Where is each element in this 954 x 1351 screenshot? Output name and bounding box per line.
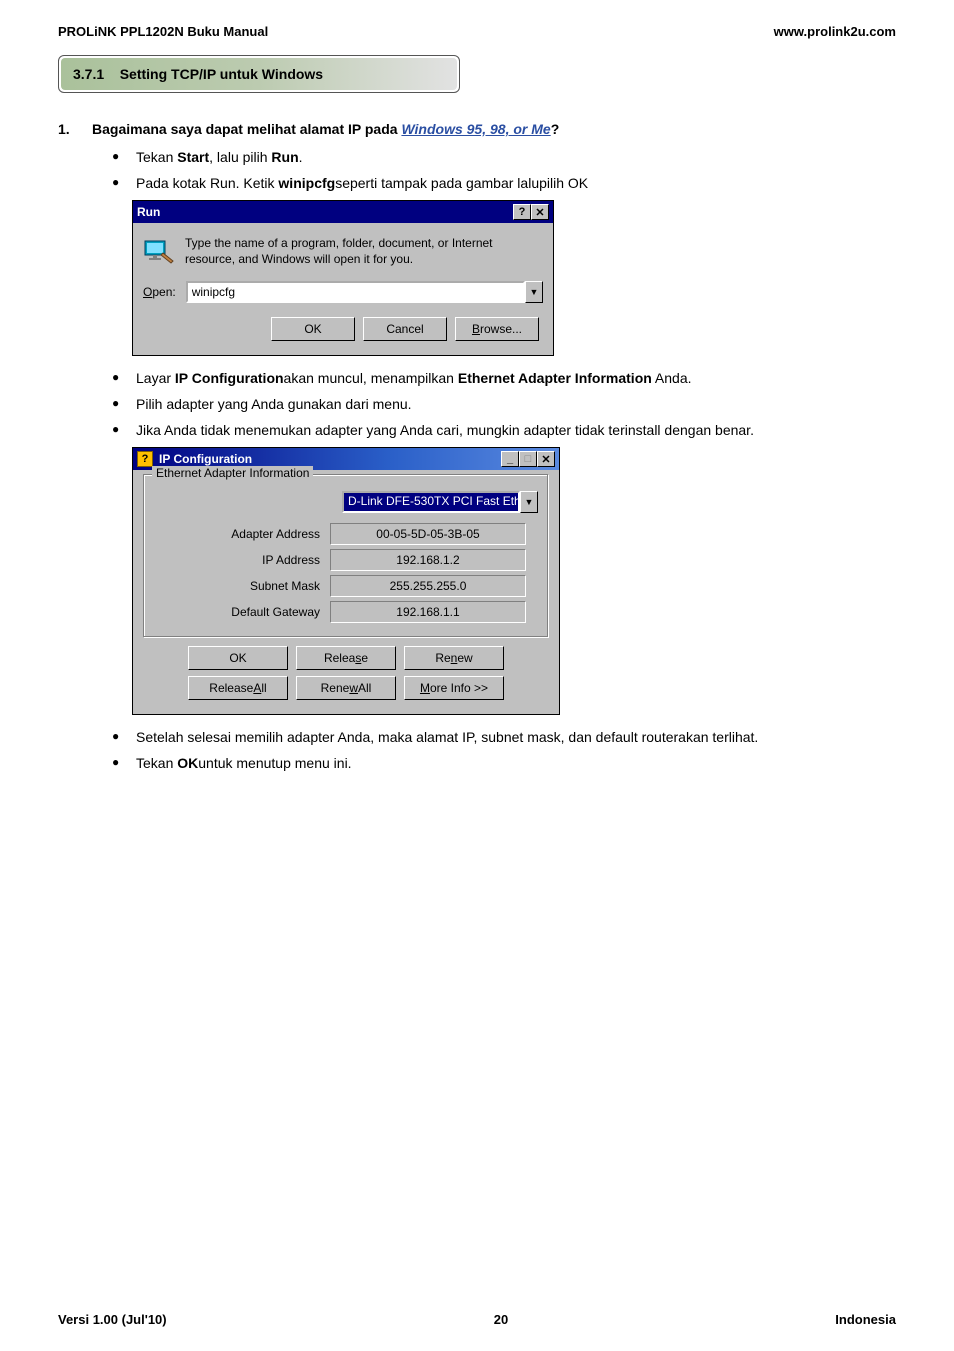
cancel-button[interactable]: Cancel [363,317,447,341]
ipconfig-title-text: IP Configuration [159,452,252,466]
info-row: IP Address 192.168.1.2 [154,549,538,571]
bullet-icon: ● [112,173,122,194]
doc-header: PROLiNK PPL1202N Buku Manual www.prolink… [58,24,896,39]
info-row: Default Gateway 192.168.1.1 [154,601,538,623]
section-title: Setting TCP/IP untuk Windows [120,66,323,82]
minimize-button[interactable]: _ [501,451,519,467]
adapter-address-value: 00-05-5D-05-3B-05 [330,523,526,545]
help-button[interactable]: ? [513,204,531,220]
group-label: Ethernet Adapter Information [152,466,313,480]
maximize-button[interactable]: □ [519,451,537,467]
footer-lang: Indonesia [835,1312,896,1327]
info-row: Subnet Mask 255.255.255.0 [154,575,538,597]
open-combobox[interactable]: ▼ [186,281,543,303]
subnet-mask-label: Subnet Mask [154,579,330,593]
bullet-icon: ● [112,368,122,389]
bullet-group-b: ● Layar IP Configurationakan muncul, men… [112,368,896,441]
section-number: 3.7.1 [73,66,104,82]
dropdown-button[interactable]: ▼ [525,281,543,303]
run-description: Type the name of a program, folder, docu… [185,235,543,267]
bullet-icon: ● [112,753,122,774]
doc-footer: Versi 1.00 (Jul'10) 20 Indonesia [58,1312,896,1327]
list-item: ● Tekan Start, lalu pilih Run. [112,147,896,168]
run-titlebar[interactable]: Run ? ✕ [133,201,553,223]
ipconfig-app-icon: ? [137,451,153,467]
bullet-icon: ● [112,147,122,168]
adapter-groupbox: Ethernet Adapter Information D-Link DFE-… [143,474,549,638]
adapter-select[interactable]: D-Link DFE-530TX PCI Fast Ethe ▼ [342,491,538,513]
default-gateway-value: 192.168.1.1 [330,601,526,623]
list-item: ● Layar IP Configurationakan muncul, men… [112,368,896,389]
adapter-value: D-Link DFE-530TX PCI Fast Ethe [342,491,520,513]
list-item: ● Jika Anda tidak menemukan adapter yang… [112,420,896,441]
release-all-button[interactable]: Release All [188,676,288,700]
run-dialog: Run ? ✕ Type the name of a program, fold… [132,200,554,356]
list-item: ● Pada kotak Run. Ketik winipcfgseperti … [112,173,896,194]
ipconfig-dialog: ? IP Configuration _ □ ✕ Ethernet Adapte… [132,447,560,715]
step-number: 1. [58,121,76,137]
run-title-text: Run [137,205,160,219]
step-text: Bagaimana saya dapat melihat alamat IP p… [92,121,559,137]
bullet-icon: ● [112,727,122,748]
close-button[interactable]: ✕ [531,204,549,220]
ok-button[interactable]: OK [271,317,355,341]
list-item: ● Tekan OKuntuk menutup menu ini. [112,753,896,774]
dropdown-button[interactable]: ▼ [520,491,538,513]
open-label: Open: [143,285,176,299]
renew-all-button[interactable]: Renew All [296,676,396,700]
browse-button[interactable]: Browse... [455,317,539,341]
renew-button[interactable]: Renew [404,646,504,670]
doc-title: PROLiNK PPL1202N Buku Manual [58,24,268,39]
footer-version: Versi 1.00 (Jul'10) [58,1312,167,1327]
bullet-icon: ● [112,420,122,441]
run-icon [143,235,175,267]
close-button[interactable]: ✕ [537,451,555,467]
ip-address-label: IP Address [154,553,330,567]
section-heading: 3.7.1 Setting TCP/IP untuk Windows [58,55,460,93]
open-input[interactable] [186,281,525,303]
bullet-icon: ● [112,394,122,415]
os-link[interactable]: Windows 95, 98, or Me [401,121,550,137]
more-info-button[interactable]: More Info >> [404,676,504,700]
release-button[interactable]: Release [296,646,396,670]
ip-address-value: 192.168.1.2 [330,549,526,571]
doc-url: www.prolink2u.com [774,24,896,39]
ok-button[interactable]: OK [188,646,288,670]
bullet-group-c: ● Setelah selesai memilih adapter Anda, … [112,727,896,774]
list-item: ● Setelah selesai memilih adapter Anda, … [112,727,896,748]
info-row: Adapter Address 00-05-5D-05-3B-05 [154,523,538,545]
list-item: ● Pilih adapter yang Anda gunakan dari m… [112,394,896,415]
subnet-mask-value: 255.255.255.0 [330,575,526,597]
footer-page: 20 [494,1312,508,1327]
adapter-address-label: Adapter Address [154,527,330,541]
default-gateway-label: Default Gateway [154,605,330,619]
bullet-group-a: ● Tekan Start, lalu pilih Run. ● Pada ko… [112,147,896,194]
numbered-step-1: 1. Bagaimana saya dapat melihat alamat I… [58,121,896,137]
